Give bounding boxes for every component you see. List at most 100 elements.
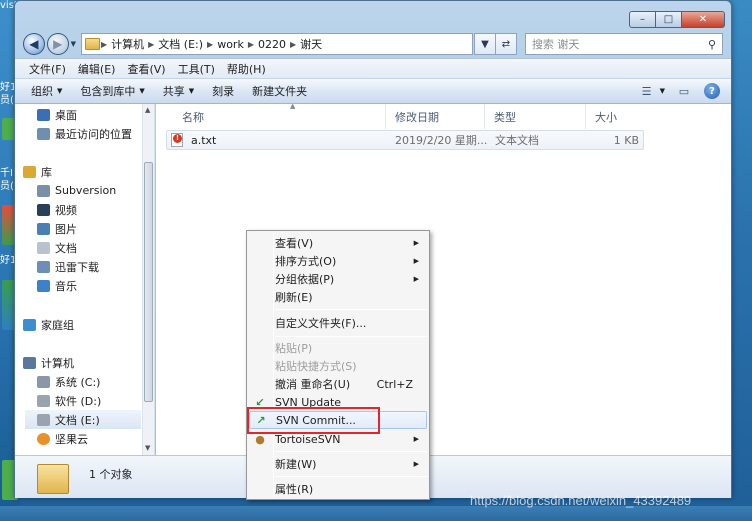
toolbar-right-tools: ☰ ▼ ▭ ?	[628, 82, 721, 100]
search-input[interactable]: 搜索 谢天 ⚲	[524, 33, 724, 55]
taskbar	[0, 506, 752, 521]
annotation-highlight-box	[247, 407, 380, 434]
nav-item-label: 文档 (E:)	[55, 413, 100, 427]
menu-item-paste-shortcut[interactable]: 粘贴快捷方式(S)	[249, 357, 427, 375]
menu-item-refresh[interactable]: 刷新(E)	[249, 288, 427, 306]
menu-item-label: 查看(V)	[275, 237, 314, 250]
chevron-right-icon[interactable]: ▶	[101, 40, 107, 49]
nav-item-drive-c[interactable]: 系统 (C:)	[37, 372, 154, 391]
menu-edit[interactable]: 编辑(E)	[72, 61, 122, 77]
maximize-button[interactable]: □	[655, 11, 682, 28]
pictures-icon	[37, 222, 50, 235]
menu-item-label: 自定义文件夹(F)...	[275, 317, 367, 330]
nav-item-libraries[interactable]: 库	[23, 162, 151, 181]
address-dropdown-chevron-icon[interactable]: ▼	[473, 33, 496, 55]
search-icon[interactable]: ⚲	[708, 38, 716, 51]
submenu-arrow-icon: ▶	[413, 435, 419, 443]
menu-item-shortcut: Ctrl+Z	[376, 377, 413, 391]
item-count: 1 个对象	[89, 468, 133, 481]
chevron-down-icon[interactable]: ▼	[660, 87, 665, 95]
drive-d-icon	[37, 394, 50, 407]
chevron-right-icon[interactable]: ▶	[207, 40, 213, 49]
menu-item-undo-rename[interactable]: 撤消 重命名(U) Ctrl+Z	[249, 375, 427, 393]
help-button[interactable]: ?	[703, 82, 721, 100]
refresh-icon[interactable]: ⇄	[494, 33, 517, 55]
back-button[interactable]: ◀	[23, 33, 45, 55]
column-header-type[interactable]: 类型	[486, 104, 586, 129]
menu-bar: 文件(F) 编辑(E) 查看(V) 工具(T) 帮助(H)	[15, 58, 731, 78]
address-bar[interactable]: ▶ 计算机 ▶ 文档 (E:) ▶ work ▶ 0220 ▶ 谢天	[80, 33, 473, 55]
nav-item-computer[interactable]: 计算机	[23, 353, 151, 372]
scroll-down-icon[interactable]: ▼	[145, 444, 150, 452]
burn-label: 刻录	[212, 85, 235, 98]
menu-tools[interactable]: 工具(T)	[172, 61, 221, 77]
desktop-label: 员(	[0, 181, 14, 192]
new-folder-button[interactable]: 新建文件夹	[252, 83, 307, 99]
nutstore-icon	[37, 432, 50, 445]
new-folder-label: 新建文件夹	[252, 85, 308, 98]
scroll-up-icon[interactable]: ▲	[145, 106, 150, 114]
breadcrumb-0220[interactable]: 0220	[258, 38, 286, 51]
menu-item-paste[interactable]: 粘贴(P)	[249, 339, 427, 357]
nav-item-drive-d[interactable]: 软件 (D:)	[37, 391, 154, 410]
file-list[interactable]: ▲ 名称 修改日期 类型 大小 a.txt 2019/2/20 星期... 文本…	[156, 102, 731, 455]
recent-pages-chevron-icon[interactable]: ▼	[71, 40, 76, 48]
menu-item-customize-folder[interactable]: 自定义文件夹(F)...	[249, 314, 427, 332]
menu-help[interactable]: 帮助(H)	[221, 61, 272, 77]
breadcrumb-computer[interactable]: 计算机	[111, 36, 144, 52]
burn-button[interactable]: 刻录	[212, 83, 234, 99]
nav-item-label: Subversion	[55, 184, 117, 197]
search-placeholder: 搜索 谢天	[531, 38, 580, 51]
organize-button[interactable]: 组织 ▼	[31, 83, 62, 99]
menu-item-properties[interactable]: 属性(R)	[249, 480, 427, 498]
close-button[interactable]: ✕	[681, 11, 725, 28]
sort-ascending-icon: ▲	[290, 102, 296, 110]
nav-item-desktop[interactable]: 桌面	[37, 105, 154, 124]
menu-item-group-by[interactable]: 分组依据(P) ▶	[249, 270, 427, 288]
nav-scrollbar[interactable]: ▲ ▼	[142, 104, 154, 455]
minimize-button[interactable]: –	[629, 11, 656, 28]
menu-item-view[interactable]: 查看(V) ▶	[249, 234, 427, 252]
nav-item-drive-e[interactable]: 文档 (E:)	[25, 410, 141, 429]
nav-item-subversion[interactable]: Subversion	[37, 181, 154, 200]
menu-item-label: 新建(W)	[275, 458, 317, 471]
forward-button[interactable]: ▶	[46, 33, 69, 55]
nav-item-videos[interactable]: 视频	[37, 200, 154, 219]
window-controls: – □ ✕	[629, 11, 725, 28]
chevron-right-icon[interactable]: ▶	[248, 40, 254, 49]
menu-item-label: 分组依据(P)	[275, 273, 335, 286]
menu-item-sort-by[interactable]: 排序方式(O) ▶	[249, 252, 427, 270]
nav-item-label: 软件 (D:)	[55, 394, 102, 408]
breadcrumb-xietian[interactable]: 谢天	[300, 36, 322, 52]
recent-places-icon	[37, 127, 50, 140]
include-in-library-button[interactable]: 包含到库中 ▼	[80, 83, 144, 99]
breadcrumb-drive-e[interactable]: 文档 (E:)	[158, 36, 203, 52]
menu-view[interactable]: 查看(V)	[121, 61, 171, 77]
nav-item-label: 库	[41, 165, 52, 179]
nav-item-recent-places[interactable]: 最近访问的位置	[37, 124, 154, 143]
breadcrumb-work[interactable]: work	[217, 38, 244, 51]
include-library-label: 包含到库中	[80, 85, 136, 98]
nav-item-music[interactable]: 音乐	[37, 276, 154, 295]
nav-item-thunder-download[interactable]: 迅雷下载	[37, 257, 154, 276]
homegroup-icon	[23, 318, 36, 331]
nav-item-label: 计算机	[41, 356, 74, 370]
chevron-right-icon[interactable]: ▶	[290, 40, 296, 49]
menu-item-new[interactable]: 新建(W) ▶	[249, 455, 427, 473]
share-button[interactable]: 共享 ▼	[163, 83, 194, 99]
help-icon: ?	[704, 83, 720, 99]
preview-pane-icon[interactable]: ▭	[675, 82, 693, 100]
nav-item-homegroup[interactable]: 家庭组	[23, 315, 151, 334]
nav-item-pictures[interactable]: 图片	[37, 219, 154, 238]
nav-item-label: 文档	[55, 241, 77, 255]
chevron-right-icon[interactable]: ▶	[148, 40, 154, 49]
nav-item-nutstore[interactable]: 坚果云	[37, 429, 154, 448]
file-row[interactable]: a.txt 2019/2/20 星期... 文本文档 1 KB	[166, 130, 644, 150]
scroll-thumb[interactable]	[144, 162, 153, 402]
menu-file[interactable]: 文件(F)	[23, 61, 72, 77]
column-header-size[interactable]: 大小	[587, 104, 659, 129]
nav-item-documents[interactable]: 文档	[37, 238, 154, 257]
column-header-name[interactable]: ▲ 名称	[174, 102, 386, 129]
view-options-icon[interactable]: ☰	[638, 82, 656, 100]
column-header-modified[interactable]: 修改日期	[387, 104, 485, 129]
